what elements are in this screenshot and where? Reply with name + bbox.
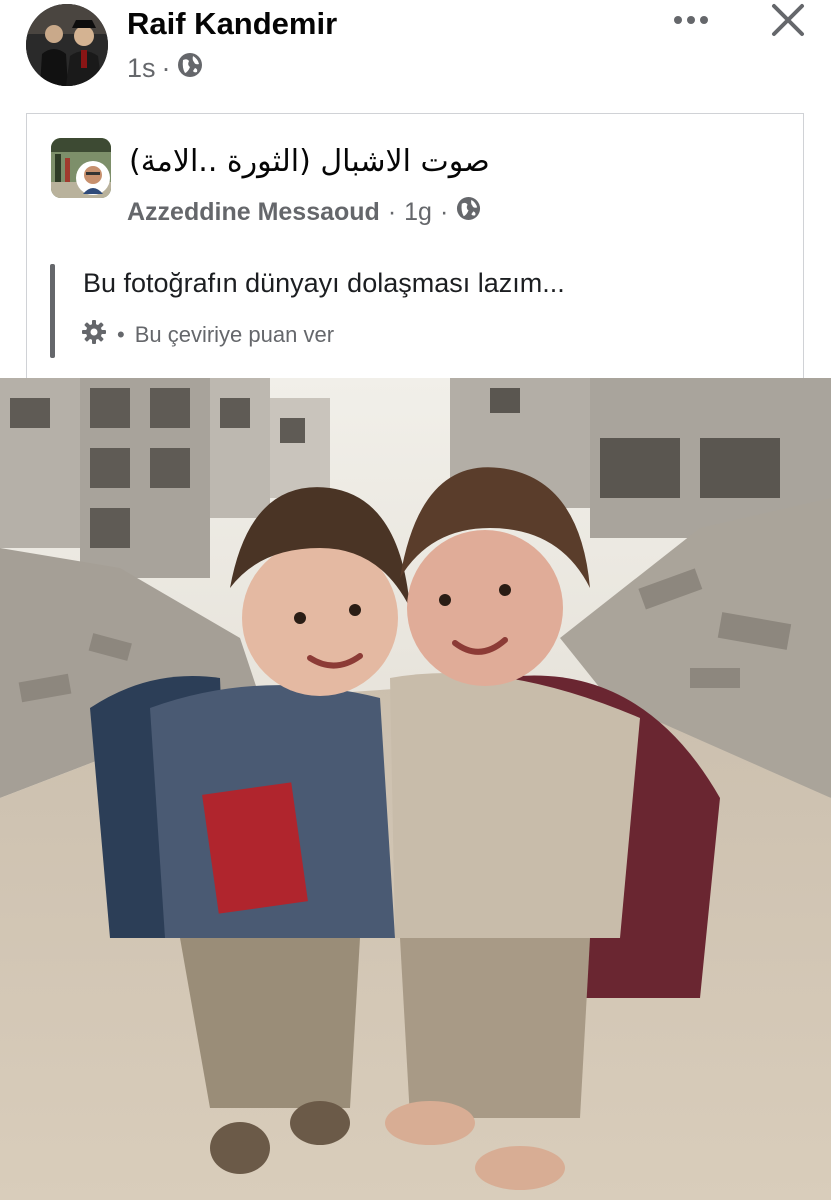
close-icon[interactable] (768, 0, 812, 40)
post-photo[interactable] (0, 378, 831, 1200)
meta-separator: · (439, 197, 449, 226)
post-time[interactable]: 1s (127, 53, 156, 84)
shared-meta: Azzeddine Messaoud · 1g · (127, 196, 481, 228)
author-avatar[interactable] (26, 4, 108, 86)
shared-time[interactable]: 1g (404, 198, 432, 227)
shared-post-card[interactable]: صوت الاشبال (الثورة ..الامة) Azzeddine M… (26, 113, 804, 379)
shared-author[interactable]: Azzeddine Messaoud (127, 198, 380, 227)
post-meta: 1s · (127, 52, 203, 85)
author-name[interactable]: Raif Kandemir (127, 6, 337, 42)
rate-separator: • (117, 322, 125, 347)
translated-text: Bu fotoğrafın dünyayı dolaşması lazım... (83, 268, 565, 298)
gear-icon[interactable] (81, 319, 107, 351)
meta-separator: · (387, 197, 397, 226)
rate-translation[interactable]: • Bu çeviriye puan ver (81, 319, 334, 351)
post-header: Raif Kandemir 1s · (0, 0, 831, 100)
page-avatar[interactable] (51, 138, 111, 198)
globe-icon (456, 196, 481, 228)
meta-separator: · (161, 53, 171, 83)
quote-bar (50, 264, 55, 358)
more-dots-icon[interactable] (668, 0, 714, 40)
globe-icon (177, 52, 203, 85)
page-name[interactable]: صوت الاشبال (الثورة ..الامة) (129, 144, 490, 179)
rate-label[interactable]: Bu çeviriye puan ver (135, 322, 334, 348)
